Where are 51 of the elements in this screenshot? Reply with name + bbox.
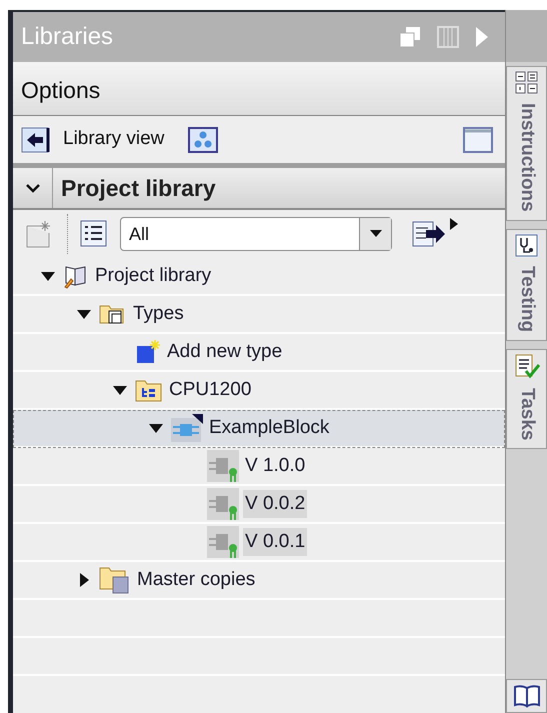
version-icon (207, 526, 239, 558)
chevron-icon (24, 182, 40, 194)
stethoscope-icon (514, 234, 538, 258)
expanded-triangle-icon[interactable] (113, 386, 127, 394)
tree-label: Project library (94, 264, 212, 288)
tree-row[interactable]: Master copies (13, 562, 505, 600)
tree-row[interactable]: ExampleBlock (13, 410, 505, 448)
folder-icon (99, 565, 131, 595)
new-type-icon (135, 339, 161, 365)
version-icon (207, 450, 239, 482)
section-title: Project library (60, 174, 216, 203)
side-tab[interactable]: Testing (506, 228, 547, 341)
tree-label: ExampleBlock (208, 416, 330, 440)
list-icon[interactable] (80, 220, 108, 248)
tree-row[interactable]: V 1.0.0 (13, 448, 505, 486)
filter-dropdown[interactable]: All (120, 217, 392, 251)
options-title: Options (21, 76, 100, 105)
library-view-label[interactable]: Library view (63, 125, 164, 154)
tree-label: CPU1200 (168, 378, 252, 402)
tasks-icon (514, 354, 540, 380)
tree-row[interactable]: V 0.0.1 (13, 524, 505, 562)
tree-label: V 0.0.1 (243, 528, 308, 556)
side-tab[interactable]: Instructions (506, 66, 547, 221)
grid-icon (514, 71, 538, 95)
side-tab[interactable]: Tasks (506, 348, 547, 450)
side-tab-label: Tasks (516, 388, 539, 440)
panel-title: Libraries (21, 22, 114, 52)
tree-label: V 1.0.0 (244, 454, 306, 478)
collapsed-triangle-icon[interactable] (80, 573, 88, 587)
tree-label: Master copies (136, 568, 256, 592)
expanded-triangle-icon[interactable] (77, 310, 91, 318)
tree-label: Add new type (166, 340, 284, 364)
side-tab-label: Testing (516, 266, 539, 332)
more-arrow-icon[interactable] (450, 218, 458, 230)
side-tab-label: Instructions (516, 103, 539, 212)
tree-label: V 0.0.2 (243, 490, 308, 518)
book-icon[interactable] (512, 684, 540, 708)
filter-value: All (128, 222, 150, 246)
dropdown-arrow-icon (370, 230, 382, 238)
expanded-triangle-icon[interactable] (41, 272, 55, 280)
export-arrow-icon[interactable] (412, 219, 446, 249)
tree-row[interactable]: V 0.0.2 (13, 486, 505, 524)
expanded-triangle-icon[interactable] (149, 424, 163, 432)
version-icon (207, 488, 239, 520)
block-icon (171, 414, 203, 442)
tree-row[interactable]: Add new type (13, 334, 505, 372)
tree-row[interactable]: Project library (13, 258, 505, 296)
tree-row[interactable]: Types (13, 296, 505, 334)
network-icon[interactable] (188, 126, 218, 154)
window-icon[interactable] (463, 126, 493, 154)
tree-label: Types (132, 302, 185, 326)
